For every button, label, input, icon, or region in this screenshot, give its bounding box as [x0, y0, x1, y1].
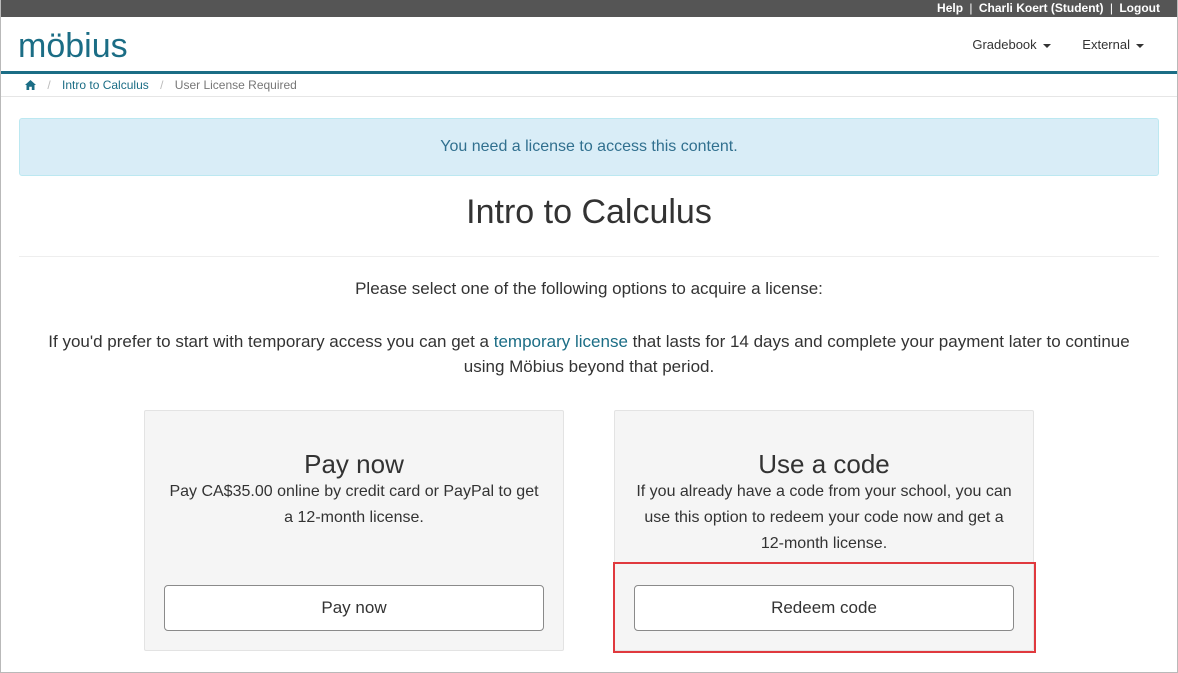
- logo-text: möbius: [18, 27, 128, 63]
- breadcrumb-divider: /: [47, 78, 51, 92]
- nav-menu: Gradebook External: [944, 37, 1144, 52]
- divider: [19, 256, 1159, 257]
- external-dropdown[interactable]: External: [1082, 37, 1144, 52]
- temp-text-before: If you'd prefer to start with temporary …: [48, 332, 494, 351]
- external-label: External: [1082, 37, 1130, 52]
- breadcrumb-current: User License Required: [174, 78, 297, 92]
- main-navbar: möbius Gradebook External: [1, 17, 1177, 74]
- use-code-title: Use a code: [758, 449, 890, 479]
- mobius-logo[interactable]: möbius: [18, 23, 148, 63]
- caret-down-icon: [1042, 43, 1051, 48]
- logout-link[interactable]: Logout: [1119, 1, 1160, 15]
- breadcrumb-home[interactable]: [25, 78, 39, 92]
- topbar-separator: |: [1109, 1, 1113, 15]
- top-utility-bar: Help | Charli Koert (Student) | Logout: [1, 0, 1177, 17]
- select-option-message: Please select one of the following optio…: [355, 279, 823, 298]
- pay-now-button[interactable]: Pay now: [164, 585, 544, 631]
- user-link[interactable]: Charli Koert (Student): [979, 1, 1104, 15]
- use-code-card: Use a code If you already have a code fr…: [614, 410, 1034, 651]
- breadcrumb-course-link[interactable]: Intro to Calculus: [62, 78, 149, 92]
- temporary-license-message: If you'd prefer to start with temporary …: [40, 329, 1138, 379]
- help-link[interactable]: Help: [937, 1, 963, 15]
- redeem-code-button[interactable]: Redeem code: [634, 585, 1014, 631]
- breadcrumb: / Intro to Calculus / User License Requi…: [1, 74, 1177, 97]
- pay-now-card: Pay now Pay CA$35.00 online by credit ca…: [144, 410, 564, 651]
- pay-now-title: Pay now: [304, 449, 404, 479]
- caret-down-icon: [1136, 43, 1144, 48]
- gradebook-label: Gradebook: [972, 37, 1037, 52]
- breadcrumb-divider: /: [160, 78, 164, 92]
- use-code-description: If you already have a code from your sch…: [636, 483, 1012, 552]
- license-alert: You need a license to access this conten…: [19, 118, 1159, 176]
- gradebook-dropdown[interactable]: Gradebook: [972, 37, 1051, 52]
- topbar-separator: |: [969, 1, 973, 15]
- home-icon: [25, 80, 36, 90]
- pay-now-description: Pay CA$35.00 online by credit card or Pa…: [169, 483, 539, 526]
- page-title: Intro to Calculus: [466, 193, 712, 231]
- temporary-license-link[interactable]: temporary license: [494, 332, 628, 351]
